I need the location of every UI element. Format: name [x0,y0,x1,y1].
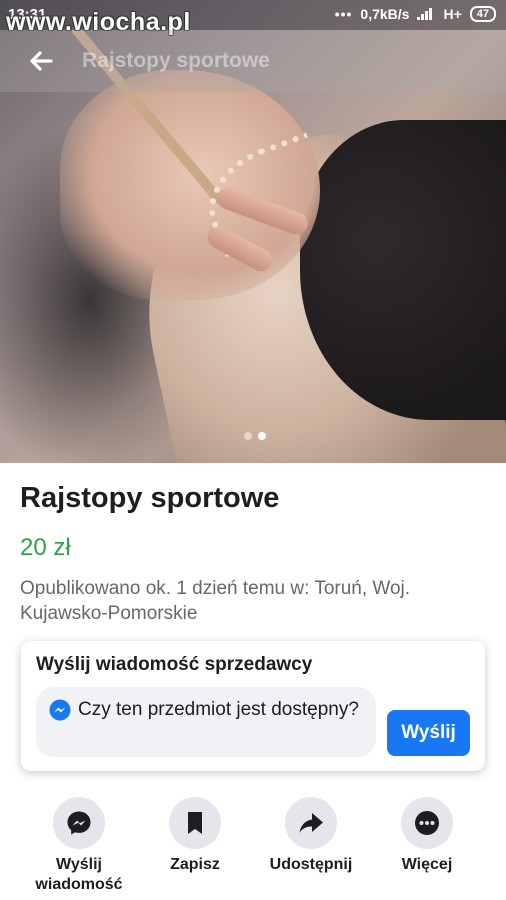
network-type: H+ [443,6,462,22]
bookmark-icon [188,812,202,834]
network-speed: 0,7kB/s [360,6,410,22]
send-button[interactable]: Wyślij [387,710,470,756]
message-seller-card: Wyślij wiadomość sprzedawcy Czy ten prze… [21,641,485,771]
message-card-title: Wyślij wiadomość sprzedawcy [36,654,313,675]
listing-meta: Opublikowano ok. 1 dzień temu w: Toruń, … [20,578,411,624]
signal-icon [417,8,435,20]
message-input[interactable]: Czy ten przedmiot jest dostępny? [36,687,376,757]
more-label: Więcej [401,856,453,873]
top-header: Rajstopy sportowe [0,30,506,92]
header-title: Rajstopy sportowe [82,49,270,72]
save-label: Zapisz [170,856,220,873]
notification-dots: ••• [334,6,353,22]
message-text: Czy ten przedmiot jest dostępny? [78,699,359,720]
save-action[interactable]: Zapisz [140,797,250,875]
status-right: ••• 0,7kB/s H+ 47 [335,6,496,22]
messenger-icon [49,699,71,721]
action-bar: Wyślij wiadomość Zapisz Udostępnij Więce… [0,797,506,900]
marketplace-listing-page: 13:31 ••• 0,7kB/s H+ 47 www.wiocha.pl Ra… [0,0,506,900]
listing-title: Rajstopy sportowe [20,482,280,514]
more-icon [415,811,439,835]
listing-price: 20 zł [20,534,71,561]
messenger-icon [67,811,91,835]
share-action-circle[interactable] [285,797,337,849]
pager-dot[interactable] [244,432,252,440]
back-button[interactable] [26,46,56,76]
send-message-action-circle[interactable] [53,797,105,849]
arrow-left-icon [30,51,53,71]
send-message-action[interactable]: Wyślij wiadomość [24,797,134,895]
send-message-label: Wyślij wiadomość [35,856,123,893]
share-label: Udostępnij [269,856,353,873]
more-action-circle[interactable] [401,797,453,849]
share-action[interactable]: Udostępnij [256,797,366,875]
battery-icon: 47 [469,6,496,22]
save-action-circle[interactable] [169,797,221,849]
gallery-pager [244,432,266,440]
pager-dot-active[interactable] [258,432,266,440]
more-action[interactable]: Więcej [372,797,482,875]
share-icon [299,813,323,833]
